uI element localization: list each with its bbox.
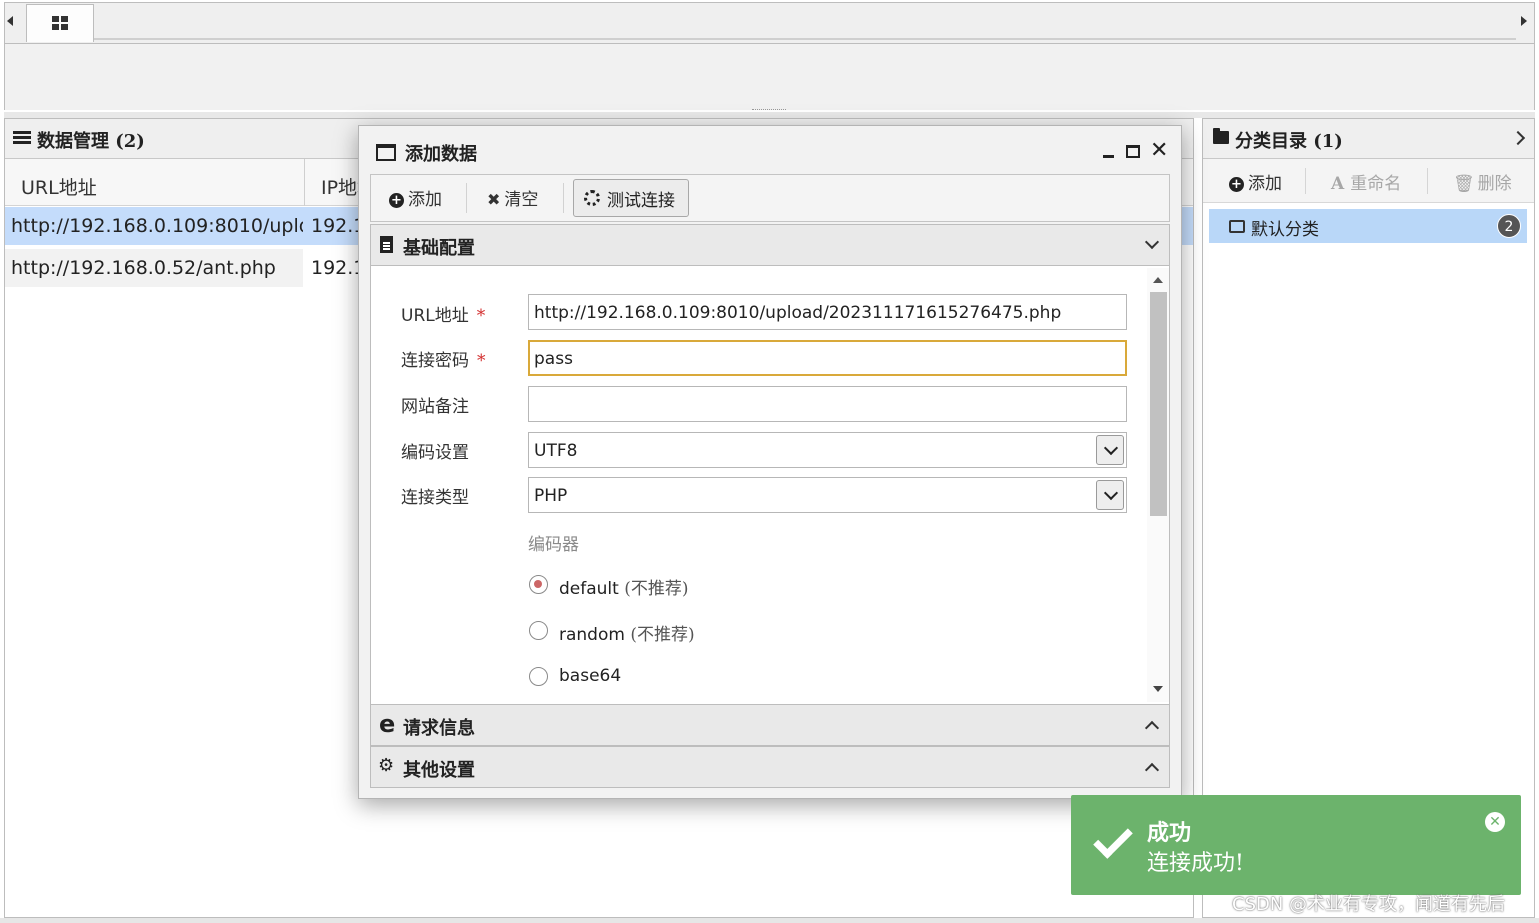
gears-icon: ⚙ bbox=[378, 755, 395, 776]
tab-divider bbox=[94, 38, 1516, 40]
encoder-radio-default[interactable] bbox=[529, 575, 548, 594]
chevron-down-icon[interactable] bbox=[1096, 480, 1124, 510]
clear-button[interactable]: ✖ 清空 bbox=[487, 185, 538, 210]
encoder-label-random: random (不推荐) bbox=[559, 625, 695, 645]
form-scrollbar[interactable] bbox=[1147, 268, 1169, 702]
toast-title: 成功 bbox=[1147, 820, 1192, 846]
encoder-label-base64: base64 bbox=[559, 666, 622, 686]
section-request-info[interactable]: e 请求信息 bbox=[370, 704, 1170, 746]
category-item[interactable]: 默认分类 2 bbox=[1209, 209, 1527, 243]
count-badge: 2 bbox=[1497, 214, 1521, 238]
encoder-label-default: default (不推荐) bbox=[559, 579, 689, 599]
panel-title: 分类目录 (1) bbox=[1235, 131, 1343, 152]
close-icon[interactable]: ✕ bbox=[1150, 138, 1168, 164]
section-title: 基础配置 bbox=[403, 238, 475, 259]
section-other-settings[interactable]: ⚙ 其他设置 bbox=[370, 746, 1170, 788]
add-button[interactable]: + 添加 bbox=[389, 185, 442, 210]
panel-title: 数据管理 (2) bbox=[37, 131, 145, 152]
encoder-title: 编码器 bbox=[528, 535, 579, 555]
scroll-down-icon[interactable] bbox=[1153, 686, 1163, 692]
tab-home[interactable] bbox=[26, 4, 94, 42]
scroll-thumb[interactable] bbox=[1150, 292, 1167, 516]
column-header-url[interactable]: URL地址 bbox=[21, 173, 97, 200]
spinner-icon bbox=[584, 190, 600, 206]
column-resizer[interactable] bbox=[304, 159, 305, 206]
chevron-up-icon bbox=[1144, 762, 1160, 778]
plus-circle-icon: + bbox=[1229, 177, 1244, 192]
url-label: URL地址 * bbox=[401, 306, 486, 326]
tab-scroll-left-icon[interactable] bbox=[7, 16, 13, 26]
close-icon[interactable]: ✕ bbox=[1485, 812, 1505, 832]
dialog-title: 添加数据 bbox=[405, 144, 477, 165]
encoding-select[interactable]: UTF8 bbox=[528, 432, 1127, 468]
category-header: 分类目录 (1) bbox=[1203, 119, 1534, 159]
dialog-toolbar: + 添加 ✖ 清空 测试连接 bbox=[370, 174, 1170, 222]
status-strip bbox=[0, 918, 1539, 923]
encoding-label: 编码设置 bbox=[401, 443, 469, 463]
note-label: 网站备注 bbox=[401, 397, 469, 417]
delete-category-button[interactable]: 🗑 删除 bbox=[1453, 169, 1512, 194]
watermark: CSDN @术业有专攻，闻道有先后 bbox=[1232, 894, 1506, 915]
times-icon: ✖ bbox=[487, 190, 501, 209]
type-select[interactable]: PHP bbox=[528, 477, 1127, 513]
folder-icon bbox=[1213, 128, 1229, 144]
tab-scroll-right-icon[interactable] bbox=[1521, 16, 1527, 26]
window-icon bbox=[376, 144, 396, 161]
section-title: 请求信息 bbox=[403, 718, 475, 739]
encoder-radio-base64[interactable] bbox=[529, 667, 548, 686]
rename-category-button[interactable]: A 重命名 bbox=[1331, 169, 1401, 194]
section-title: 其他设置 bbox=[403, 760, 475, 781]
category-toolbar: + 添加 A 重命名 🗑 删除 bbox=[1203, 159, 1534, 203]
password-label: 连接密码 * bbox=[401, 351, 486, 371]
edge-icon: e bbox=[379, 710, 396, 738]
plus-circle-icon: + bbox=[389, 193, 404, 208]
maximize-icon[interactable] bbox=[1126, 145, 1140, 158]
file-text-icon bbox=[380, 236, 393, 253]
password-input[interactable]: pass bbox=[528, 340, 1127, 376]
category-label: 默认分类 bbox=[1251, 220, 1319, 240]
url-input[interactable]: http://192.168.0.109:8010/upload/2023111… bbox=[528, 294, 1127, 330]
type-label: 连接类型 bbox=[401, 488, 469, 508]
chevron-down-icon[interactable] bbox=[1096, 435, 1124, 465]
trash-icon: 🗑 bbox=[1453, 174, 1475, 194]
toast-message: 连接成功! bbox=[1147, 851, 1244, 876]
add-category-button[interactable]: + 添加 bbox=[1229, 169, 1282, 194]
section-basic-config[interactable]: 基础配置 bbox=[370, 224, 1170, 266]
test-connection-button[interactable]: 测试连接 bbox=[573, 179, 689, 217]
top-panel bbox=[4, 44, 1535, 110]
note-input[interactable] bbox=[528, 386, 1127, 422]
list-icon bbox=[13, 131, 31, 145]
folder-open-icon bbox=[1229, 220, 1245, 233]
basic-config-form: URL地址 * http://192.168.0.109:8010/upload/… bbox=[370, 266, 1170, 704]
check-icon bbox=[1093, 819, 1133, 859]
font-icon: A bbox=[1331, 174, 1345, 194]
chevron-down-icon bbox=[1144, 234, 1160, 250]
collapse-chevron-icon[interactable] bbox=[1510, 130, 1526, 146]
grid-icon bbox=[52, 16, 68, 30]
chevron-up-icon bbox=[1144, 720, 1160, 736]
scroll-up-icon[interactable] bbox=[1153, 277, 1163, 283]
minimize-icon[interactable] bbox=[1103, 155, 1114, 158]
add-data-dialog: 添加数据 ✕ + 添加 ✖ 清空 测试连接 基础配置 URL地址 * http://1… bbox=[358, 125, 1182, 799]
cell-url: http://192.168.0.109:8010/upload/2023111… bbox=[11, 215, 303, 237]
success-toast: 成功 连接成功! ✕ bbox=[1071, 795, 1521, 895]
encoder-radio-random[interactable] bbox=[529, 621, 548, 640]
cell-url: http://192.168.0.52/ant.php bbox=[11, 257, 276, 279]
